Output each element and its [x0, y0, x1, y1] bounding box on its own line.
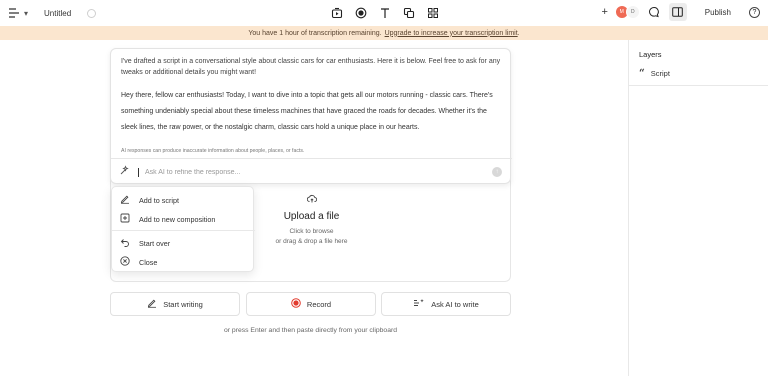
layer-item-script[interactable]: “ Script: [639, 67, 670, 79]
layers-panel-header: [629, 40, 768, 86]
menu-item-label: Add to new composition: [139, 214, 216, 224]
add-composition-icon: [120, 213, 130, 225]
project-title[interactable]: Untitled: [44, 9, 71, 18]
publish-button[interactable]: Publish: [705, 8, 731, 17]
collaborator-avatars[interactable]: M D: [614, 5, 640, 19]
menu-icon[interactable]: [8, 7, 20, 19]
menu-item-close[interactable]: Close: [120, 256, 157, 268]
toolbar: [330, 6, 440, 20]
menu-item-add-to-script[interactable]: Add to script: [120, 194, 179, 206]
quote-icon: “: [639, 67, 645, 79]
layers-title: Layers: [639, 50, 662, 59]
upgrade-link[interactable]: Upgrade to increase your transcription l…: [385, 30, 518, 37]
undo-icon: [120, 237, 130, 249]
ai-refine-bar: ↑: [119, 161, 504, 183]
menu-divider: [112, 230, 255, 231]
close-circle-icon: [120, 256, 130, 268]
ai-script-text: Hey there, fellow car enthusiasts! Today…: [121, 92, 493, 131]
top-bar: ▾ Untitled + M D Publish ?: [0, 0, 768, 26]
transcription-banner: You have 1 hour of transcription remaini…: [0, 26, 768, 40]
ask-ai-label: Ask AI to write: [431, 299, 479, 309]
panel-toggle-button[interactable]: [668, 3, 687, 21]
divider: [111, 158, 512, 159]
banner-text: You have 1 hour of transcription remaini…: [248, 29, 382, 37]
add-collaborator-button[interactable]: +: [599, 6, 611, 18]
ai-response-card: I've drafted a script in a conversationa…: [110, 48, 512, 184]
upload-icon: [306, 191, 318, 209]
ai-disclaimer: AI responses can produce inaccurate info…: [121, 148, 305, 154]
menu-item-label: Start over: [139, 238, 171, 248]
help-icon[interactable]: ?: [749, 6, 760, 18]
pen-icon: [147, 298, 157, 310]
top-bar-left: ▾ Untitled: [8, 0, 97, 26]
avatar[interactable]: D: [625, 5, 640, 19]
record-icon: [291, 298, 301, 310]
record-icon[interactable]: [354, 6, 368, 20]
menu-item-add-to-new-composition[interactable]: Add to new composition: [120, 213, 215, 225]
grid-icon[interactable]: [426, 6, 440, 20]
record-label: Record: [306, 299, 332, 309]
text-caret: [138, 167, 139, 177]
ai-actions-menu: Add to script Add to new composition Sta…: [111, 186, 255, 272]
ai-intro-text: I've drafted a script in a conversationa…: [121, 58, 501, 76]
menu-item-label: Close: [139, 257, 158, 267]
start-writing-label: Start writing: [163, 299, 203, 309]
ai-sparkle-icon: [413, 298, 425, 310]
ask-ai-button[interactable]: Ask AI to write: [381, 292, 511, 316]
layer-item-label: Script: [650, 69, 670, 78]
top-bar-right: + M D Publish ?: [599, 3, 760, 21]
shapes-icon[interactable]: [402, 6, 416, 20]
chevron-down-icon[interactable]: ▾: [24, 9, 28, 18]
comment-icon[interactable]: [647, 5, 661, 19]
record-button[interactable]: Record: [246, 292, 376, 316]
paste-hint: or press Enter and then paste directly f…: [223, 327, 398, 334]
layers-panel: Layers “ Script: [628, 40, 768, 376]
menu-item-start-over[interactable]: Start over: [120, 237, 170, 249]
ai-refine-input[interactable]: [145, 168, 485, 176]
media-icon[interactable]: [330, 6, 344, 20]
text-icon[interactable]: [378, 6, 392, 20]
menu-item-label: Add to script: [139, 195, 179, 205]
save-status-icon: [87, 8, 97, 18]
ai-response-body: I've drafted a script in a conversationa…: [121, 56, 501, 136]
send-icon[interactable]: ↑: [492, 167, 502, 177]
sparkle-icon: [119, 163, 130, 181]
pen-icon: [120, 194, 130, 206]
start-writing-button[interactable]: Start writing: [110, 292, 240, 316]
